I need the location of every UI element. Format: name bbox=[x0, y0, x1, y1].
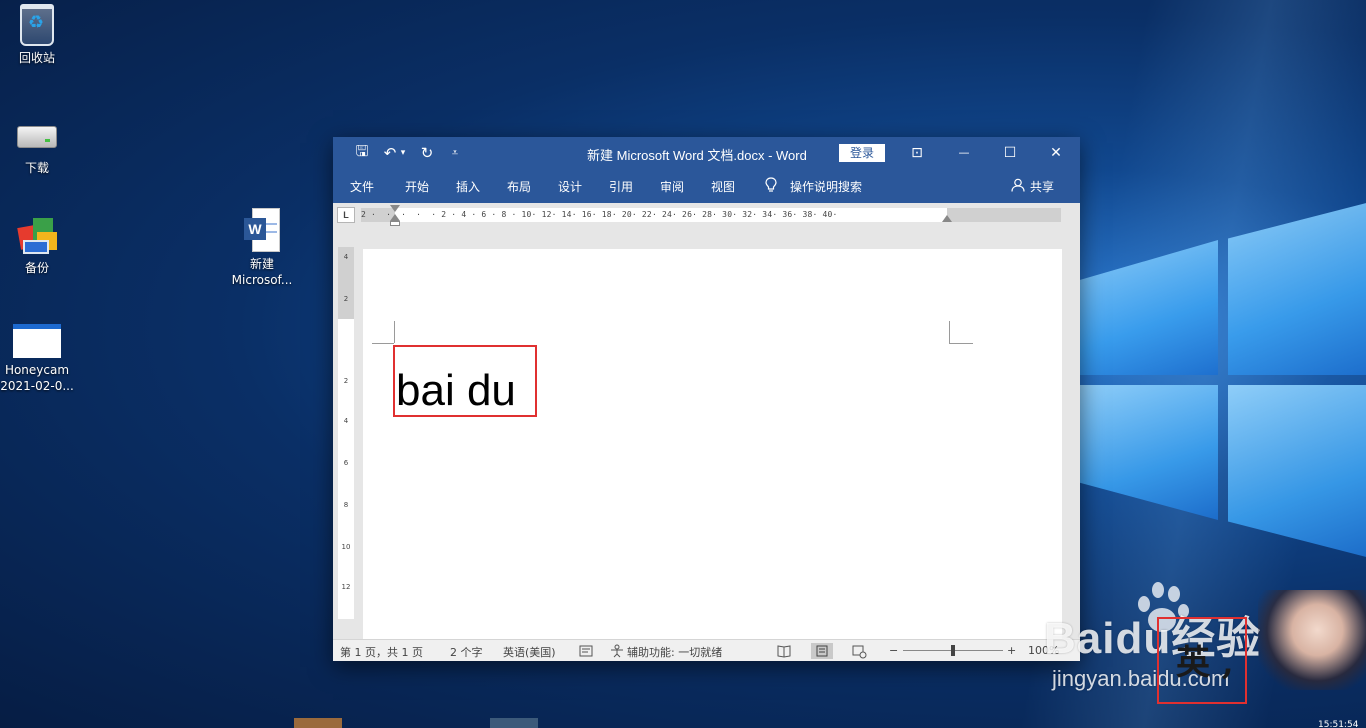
language-indicator[interactable]: 英语(美国) bbox=[503, 644, 556, 660]
document-area: bai du 4 2 2 4 6 8 10 12 bbox=[333, 227, 1080, 639]
tab-view[interactable]: 视图 bbox=[711, 178, 735, 195]
ruler-marks: 2 · · · · · 2 · 4 · 6 · 8 · 10· 12· 14· … bbox=[361, 210, 838, 219]
vruler-label: 10 bbox=[341, 543, 351, 551]
zoom-in-button[interactable]: + bbox=[1007, 644, 1016, 657]
title-bar: 🖫 ↶ ▾ ↻ ⩡ 新建 Microsoft Word 文档.docx - Wo… bbox=[333, 137, 1080, 169]
tab-references[interactable]: 引用 bbox=[609, 178, 633, 195]
read-mode-icon[interactable] bbox=[773, 643, 795, 659]
desktop-icon-label: 回收站 bbox=[18, 51, 55, 65]
right-indent-marker[interactable] bbox=[942, 215, 952, 222]
desktop-icon-honeycam[interactable]: Honeycam 2021-02-0... bbox=[0, 320, 74, 394]
vruler-label: 2 bbox=[343, 295, 349, 303]
close-icon[interactable]: ✕ bbox=[1033, 137, 1079, 169]
recycle-bin-icon bbox=[20, 4, 54, 46]
ribbon-tabs: 文件 开始 插入 布局 设计 引用 审阅 视图 操作说明搜索 共享 bbox=[333, 169, 1080, 203]
crop-mark-top-right-h bbox=[949, 343, 973, 344]
print-layout-icon[interactable] bbox=[811, 643, 833, 659]
word-count[interactable]: 2 个字 bbox=[450, 644, 483, 660]
accessibility-icon[interactable] bbox=[609, 644, 625, 658]
vruler-label: 4 bbox=[343, 253, 349, 261]
hanging-indent-marker[interactable] bbox=[390, 214, 400, 221]
highlight-box bbox=[393, 345, 537, 417]
crop-mark-top-right-v bbox=[949, 321, 950, 343]
tab-review[interactable]: 审阅 bbox=[660, 178, 684, 195]
tab-file[interactable]: 文件 bbox=[350, 178, 374, 195]
tab-insert[interactable]: 插入 bbox=[456, 178, 480, 195]
desktop-icon-word-document[interactable]: W 新建 Microsof... bbox=[225, 208, 299, 288]
word-file-icon: W bbox=[244, 208, 280, 252]
vruler-label: 4 bbox=[343, 417, 349, 425]
tab-design[interactable]: 设计 bbox=[558, 178, 582, 195]
web-layout-icon[interactable] bbox=[848, 643, 870, 659]
desktop-icon-label: Honeycam 2021-02-0... bbox=[0, 363, 74, 393]
windows-logo-wallpaper bbox=[1078, 200, 1366, 560]
login-button[interactable]: 登录 bbox=[839, 144, 885, 162]
tab-layout[interactable]: 布局 bbox=[507, 178, 531, 195]
desktop-icon-label: 新建 Microsof... bbox=[231, 257, 293, 287]
taskbar-app-icon[interactable] bbox=[294, 718, 342, 728]
crop-mark-top-left-v bbox=[394, 321, 395, 343]
window-title: 新建 Microsoft Word 文档.docx - Word bbox=[587, 148, 807, 163]
horizontal-ruler-area: L 2 · · · · · 2 · 4 · 6 · 8 · 10· 12· 14… bbox=[333, 203, 1080, 227]
vertical-scrollbar[interactable] bbox=[1064, 227, 1080, 639]
page-count[interactable]: 第 1 页，共 1 页 bbox=[340, 644, 423, 660]
left-indent-marker[interactable] bbox=[390, 221, 400, 226]
zoom-slider-thumb[interactable] bbox=[951, 645, 955, 656]
zoom-out-button[interactable]: − bbox=[889, 644, 898, 657]
backup-icon bbox=[15, 212, 59, 256]
first-line-indent-marker[interactable] bbox=[390, 205, 400, 212]
vruler-label: 8 bbox=[343, 501, 349, 509]
taskbar-app-icon[interactable] bbox=[490, 718, 538, 728]
vertical-ruler[interactable]: 4 2 2 4 6 8 10 12 bbox=[338, 247, 354, 619]
document-page[interactable]: bai du bbox=[363, 249, 1062, 639]
redo-icon[interactable]: ↻ bbox=[417, 137, 437, 169]
lightbulb-icon bbox=[765, 177, 777, 192]
maximize-icon[interactable]: ☐ bbox=[987, 137, 1033, 169]
desktop-icon-label: 备份 bbox=[24, 261, 49, 275]
tell-me-search[interactable]: 操作说明搜索 bbox=[790, 178, 862, 195]
undo-icon[interactable]: ↶ bbox=[381, 137, 399, 169]
vruler-label: 6 bbox=[343, 459, 349, 467]
decorative-portrait bbox=[1258, 590, 1366, 690]
accessibility-status[interactable]: 辅助功能: 一切就绪 bbox=[627, 644, 722, 660]
drive-icon bbox=[17, 126, 57, 148]
desktop-icon-label: 下载 bbox=[24, 161, 49, 175]
ime-highlight-box bbox=[1157, 617, 1247, 704]
tab-selector[interactable]: L bbox=[337, 207, 355, 223]
desktop-icon-recycle-bin[interactable]: 回收站 bbox=[0, 4, 74, 66]
desktop-icon-downloads[interactable]: 下载 bbox=[0, 120, 74, 176]
status-bar: 第 1 页，共 1 页 2 个字 英语(美国) 辅助功能: 一切就绪 − + 1… bbox=[333, 639, 1080, 661]
user-icon bbox=[1011, 178, 1025, 192]
minimize-icon[interactable]: — bbox=[941, 137, 987, 169]
crop-mark-top-left-h bbox=[372, 343, 394, 344]
horizontal-ruler[interactable]: 2 · · · · · 2 · 4 · 6 · 8 · 10· 12· 14· … bbox=[361, 208, 1061, 222]
customize-quick-access-icon[interactable]: ⩡ bbox=[447, 137, 463, 169]
share-button[interactable]: 共享 bbox=[1030, 178, 1054, 195]
track-changes-icon[interactable] bbox=[579, 645, 593, 657]
vruler-label: 2 bbox=[343, 377, 349, 385]
taskbar-clock[interactable]: 15:51:54 bbox=[1318, 720, 1358, 728]
word-window: 🖫 ↶ ▾ ↻ ⩡ 新建 Microsoft Word 文档.docx - Wo… bbox=[333, 137, 1080, 661]
save-icon[interactable]: 🖫 bbox=[351, 137, 373, 169]
vruler-label: 12 bbox=[341, 583, 351, 591]
ribbon-display-options-icon[interactable]: ⊡ bbox=[894, 137, 940, 169]
honeycam-file-icon bbox=[13, 324, 61, 358]
desktop-icon-backup[interactable]: 备份 bbox=[0, 212, 74, 276]
tab-home[interactable]: 开始 bbox=[405, 178, 429, 195]
undo-dropdown-icon[interactable]: ▾ bbox=[398, 137, 408, 169]
